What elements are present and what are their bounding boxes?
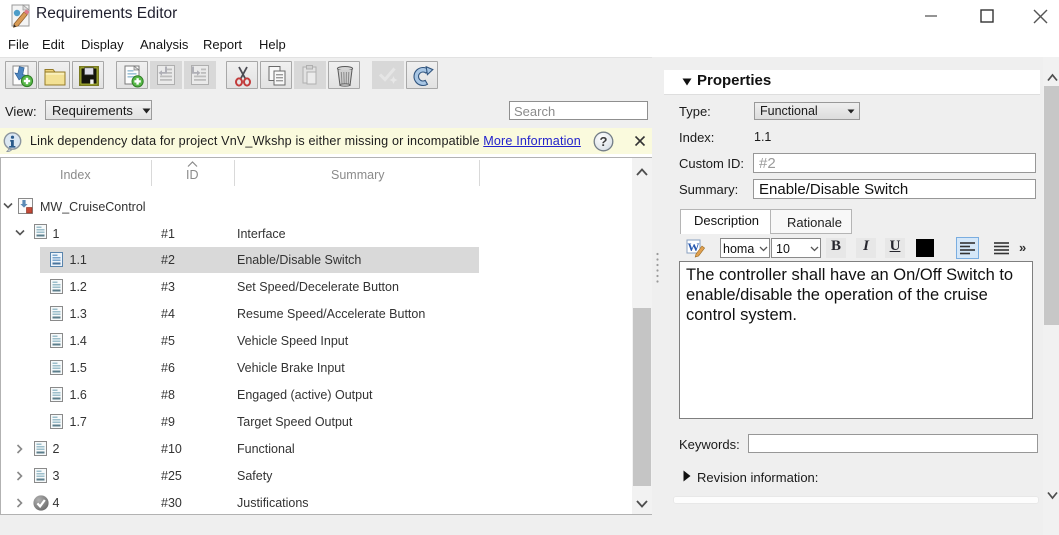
svg-text:?: ? [600, 134, 608, 149]
